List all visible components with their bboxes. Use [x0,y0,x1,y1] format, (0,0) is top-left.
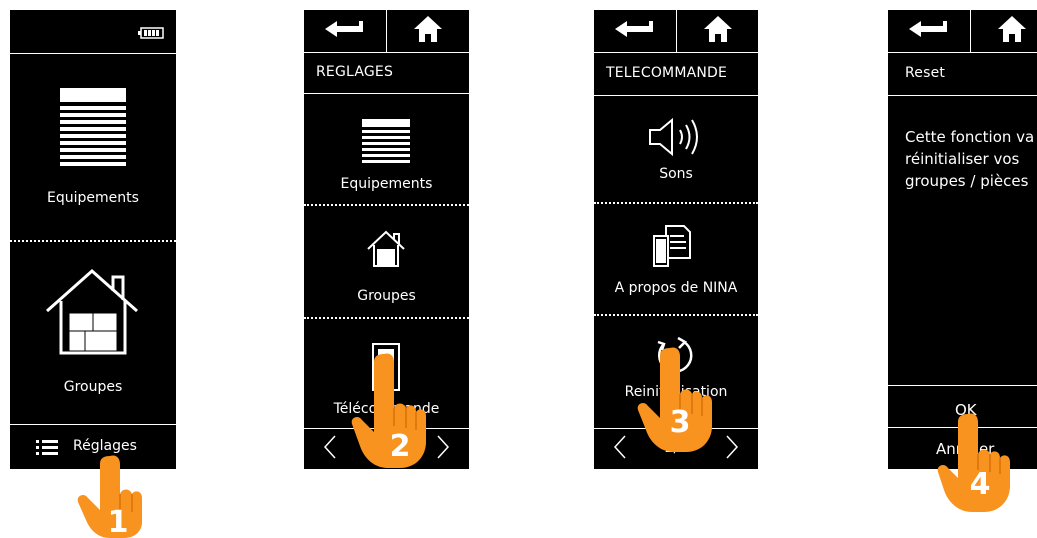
documents-icon [652,224,692,274]
back-button[interactable] [304,10,386,52]
groups-label: Groupes [63,379,123,395]
equipment-item[interactable]: Equipements [304,94,469,202]
title-bar: TELECOMMANDE [594,53,758,96]
header-bar [888,10,1037,53]
home-icon [998,16,1026,46]
pointing-hand-step-1: 1 [77,455,142,538]
pointing-hand-step-2: 2 [351,353,426,468]
title-bar: REGLAGES [304,53,469,94]
page-title: REGLAGES [316,64,394,80]
back-button[interactable] [594,10,676,52]
back-arrow-icon [909,21,949,41]
equipment-label: Equipements [340,176,433,192]
pointing-hand-step-3: 3 [637,347,712,452]
step-number: 2 [390,429,411,464]
speaker-icon [648,117,706,160]
message-line: Cette fonction va [905,128,1035,146]
title-bar: Reset [888,53,1037,96]
home-button[interactable] [387,10,469,52]
house-icon [366,230,406,272]
confirmation-message: Cette fonction va réinitialiser vos grou… [905,126,1034,192]
about-item[interactable]: A propos de NINA [594,204,758,312]
chevron-left-icon [323,435,337,463]
message-line: réinitialiser vos [905,150,1020,168]
header-bar [594,10,758,53]
battery-icon [138,24,164,43]
about-label: A propos de NINA [614,280,738,296]
step-number: 4 [970,467,991,502]
house-icon [43,265,141,361]
prev-page-button[interactable] [310,429,350,469]
sounds-label: Sons [659,166,693,182]
chevron-right-icon [725,435,739,463]
header-bar [304,10,469,53]
equipment-item[interactable]: Equipements [10,54,176,240]
page-title: TELECOMMANDE [606,65,728,81]
chevron-right-icon [436,435,450,463]
home-icon [703,16,732,46]
message-line: groupes / pièces [905,172,1029,190]
sounds-item[interactable]: Sons [594,96,758,200]
groups-item[interactable]: Groupes [10,243,176,423]
home-button[interactable] [971,10,1037,52]
step-number: 3 [670,405,691,440]
divider [10,240,176,242]
home-button[interactable] [677,10,758,52]
screen-reset: Reset Cette fonction va réinitialiser vo… [888,10,1037,469]
menu-list-icon [36,440,58,460]
back-arrow-icon [325,21,365,41]
back-arrow-icon [615,21,655,41]
status-bar [10,10,176,54]
back-button[interactable] [888,10,970,52]
pointing-hand-step-4: 4 [937,413,1010,512]
page-title: Reset [905,65,946,81]
groups-label: Groupes [357,288,416,304]
step-number: 1 [108,505,129,538]
screen-home: Equipements Groupes Réglages [10,10,176,469]
groups-item[interactable]: Groupes [304,206,469,316]
blinds-icon [362,119,410,169]
home-icon [414,16,442,46]
blinds-icon [60,88,126,170]
next-page-button[interactable] [712,429,752,469]
equipment-label: Equipements [47,190,139,206]
